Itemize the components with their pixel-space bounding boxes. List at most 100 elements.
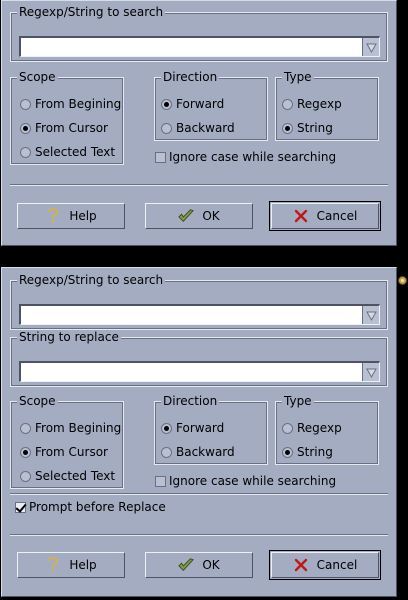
radio-off-icon[interactable] xyxy=(20,98,31,110)
prompt-before-replace-checkbox[interactable]: Prompt before Replace xyxy=(15,499,166,515)
direction-forward-radio[interactable]: Forward xyxy=(161,96,224,112)
radio-on-icon[interactable] xyxy=(20,446,31,458)
scope-from-cursor-radio[interactable]: From Cursor xyxy=(20,444,108,460)
search-dropdown-button[interactable] xyxy=(362,306,379,324)
direction-group: Direction Forward Backward xyxy=(154,70,268,141)
search-combobox[interactable] xyxy=(19,304,380,325)
ok-button-label: OK xyxy=(202,209,220,223)
ignore-case-label: Ignore case while searching xyxy=(169,474,337,488)
direction-option-label: Backward xyxy=(176,445,235,459)
direction-group: Direction Forward Backward xyxy=(154,394,268,465)
type-label: Type xyxy=(282,394,314,408)
help-button-label: Help xyxy=(69,558,97,572)
dropdown-arrow-icon xyxy=(365,368,377,378)
dropdown-arrow-icon xyxy=(365,311,377,321)
direction-option-label: Forward xyxy=(176,421,225,435)
checkbox-on-icon[interactable] xyxy=(15,501,26,513)
scope-group: Scope From Begining From Cursor Selected… xyxy=(10,70,124,165)
separator xyxy=(10,534,388,536)
scope-option-label: From Begining xyxy=(35,421,122,435)
radio-on-icon[interactable] xyxy=(282,446,293,458)
scope-option-label: Selected Text xyxy=(35,469,116,483)
separator xyxy=(10,493,388,495)
red-x-icon xyxy=(293,557,309,573)
ignore-case-checkbox[interactable]: Ignore case while searching xyxy=(155,149,336,165)
ignore-case-checkbox[interactable]: Ignore case while searching xyxy=(155,473,336,489)
dropdown-arrow-icon xyxy=(365,43,377,53)
question-mark-icon xyxy=(45,557,61,573)
prompt-before-replace-label: Prompt before Replace xyxy=(29,500,166,514)
replace-dropdown-button[interactable] xyxy=(362,363,379,381)
scope-label: Scope xyxy=(17,394,58,408)
scope-option-label: Selected Text xyxy=(35,145,116,159)
scope-selected-text-radio[interactable]: Selected Text xyxy=(20,468,115,484)
red-x-icon xyxy=(293,208,309,224)
find-dialog: Regexp/String to search Scope From Begin… xyxy=(1,0,397,246)
direction-label: Direction xyxy=(161,70,220,84)
cancel-button[interactable]: Cancel xyxy=(269,550,381,580)
search-frame: Regexp/String to search xyxy=(10,273,388,330)
help-button[interactable]: Help xyxy=(17,203,125,229)
type-option-label: Regexp xyxy=(297,97,342,111)
type-regexp-radio[interactable]: Regexp xyxy=(282,96,342,112)
type-option-label: Regexp xyxy=(297,421,342,435)
search-combobox[interactable] xyxy=(19,36,380,57)
search-dropdown-button[interactable] xyxy=(362,38,379,56)
radio-off-icon[interactable] xyxy=(282,422,293,434)
help-button[interactable]: Help xyxy=(17,552,125,578)
cancel-button-label: Cancel xyxy=(316,209,358,223)
direction-label: Direction xyxy=(161,394,220,408)
type-option-label: String xyxy=(297,445,333,459)
search-frame-label: Regexp/String to search xyxy=(17,273,166,287)
search-frame-label: Regexp/String to search xyxy=(17,5,166,19)
type-string-radio[interactable]: String xyxy=(282,120,333,136)
radio-off-icon[interactable] xyxy=(161,122,172,134)
cancel-button[interactable]: Cancel xyxy=(269,201,381,231)
replace-frame-label: String to replace xyxy=(17,330,121,344)
direction-option-label: Forward xyxy=(176,97,225,111)
scope-option-label: From Begining xyxy=(35,97,122,111)
replace-dialog: Regexp/String to search String to replac… xyxy=(1,267,397,597)
close-ball-icon[interactable] xyxy=(398,276,407,285)
scope-from-cursor-radio[interactable]: From Cursor xyxy=(20,120,108,136)
type-option-label: String xyxy=(297,121,333,135)
ok-button[interactable]: OK xyxy=(145,552,253,578)
radio-on-icon[interactable] xyxy=(20,122,31,134)
radio-off-icon[interactable] xyxy=(20,422,31,434)
cancel-button-label: Cancel xyxy=(316,558,358,572)
type-regexp-radio[interactable]: Regexp xyxy=(282,420,342,436)
replace-frame: String to replace xyxy=(10,330,388,387)
question-mark-icon xyxy=(45,208,61,224)
scope-option-label: From Cursor xyxy=(35,445,108,459)
ok-button-label: OK xyxy=(202,558,220,572)
radio-on-icon[interactable] xyxy=(161,98,172,110)
scope-selected-text-radio[interactable]: Selected Text xyxy=(20,144,115,160)
checkmark-icon xyxy=(178,557,195,573)
help-button-label: Help xyxy=(69,209,97,223)
direction-forward-radio[interactable]: Forward xyxy=(161,420,224,436)
ok-button[interactable]: OK xyxy=(145,203,253,229)
direction-backward-radio[interactable]: Backward xyxy=(161,120,235,136)
separator xyxy=(10,184,388,186)
replace-combobox[interactable] xyxy=(19,361,380,382)
radio-off-icon[interactable] xyxy=(282,98,293,110)
radio-on-icon[interactable] xyxy=(282,122,293,134)
scope-label: Scope xyxy=(17,70,58,84)
radio-on-icon[interactable] xyxy=(161,422,172,434)
direction-backward-radio[interactable]: Backward xyxy=(161,444,235,460)
scope-option-label: From Cursor xyxy=(35,121,108,135)
direction-option-label: Backward xyxy=(176,121,235,135)
scope-from-begining-radio[interactable]: From Begining xyxy=(20,420,121,436)
search-frame: Regexp/String to search xyxy=(10,5,388,62)
type-group: Type Regexp String xyxy=(275,70,379,141)
type-string-radio[interactable]: String xyxy=(282,444,333,460)
type-group: Type Regexp String xyxy=(275,394,379,465)
type-label: Type xyxy=(282,70,314,84)
checkbox-off-icon[interactable] xyxy=(155,151,166,163)
checkmark-icon xyxy=(178,208,195,224)
scope-from-begining-radio[interactable]: From Begining xyxy=(20,96,121,112)
radio-off-icon[interactable] xyxy=(161,446,172,458)
radio-off-icon[interactable] xyxy=(20,470,31,482)
radio-off-icon[interactable] xyxy=(20,146,31,158)
checkbox-off-icon[interactable] xyxy=(155,475,166,487)
